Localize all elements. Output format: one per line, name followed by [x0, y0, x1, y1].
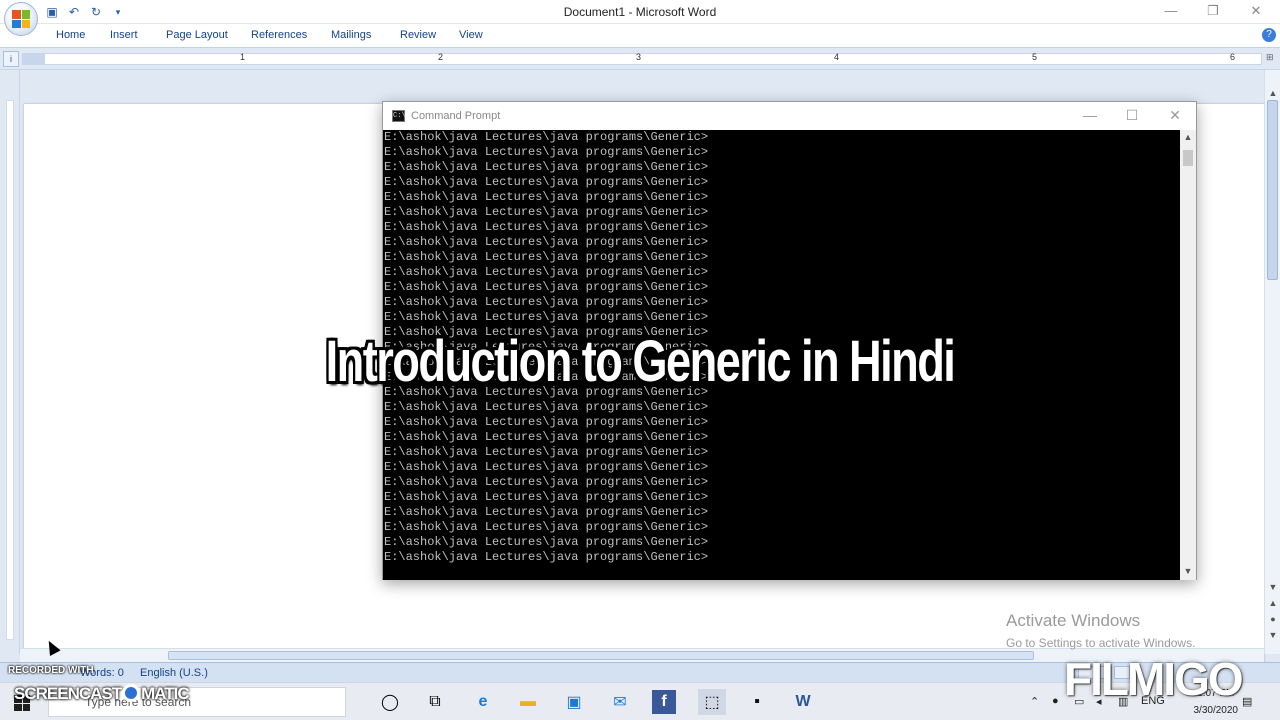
console-line: E:\ashok\java Lectures\java programs\Gen…: [384, 475, 709, 489]
console-line: E:\ashok\java Lectures\java programs\Gen…: [384, 175, 709, 189]
cmd-title: Command Prompt: [411, 110, 501, 122]
ruler-number: 4: [834, 52, 840, 62]
file-explorer-icon[interactable]: ▬: [514, 689, 542, 715]
window-title: Document1 - Microsoft Word: [563, 5, 717, 19]
screencast-logo-icon: [122, 684, 141, 702]
cmd-scrollbar[interactable]: ▲ ▼: [1180, 130, 1196, 580]
edge-browser-icon[interactable]: e: [469, 689, 497, 715]
activate-windows-title: Activate Windows: [1006, 611, 1141, 630]
screen: ▣ ↶ ↻ ▾ Document1 - Microsoft Word — ❐ ✕…: [0, 0, 1280, 720]
horizontal-scrollbar-thumb[interactable]: [168, 651, 1034, 660]
cmd-app-icon: C:\: [392, 110, 406, 122]
tab-insert[interactable]: Insert: [110, 29, 138, 41]
console-line: E:\ashok\java Lectures\java programs\Gen…: [384, 190, 709, 204]
office-button[interactable]: [4, 2, 38, 36]
console-line: E:\ashok\java Lectures\java programs\Gen…: [384, 550, 709, 564]
minimize-button[interactable]: —: [1156, 3, 1186, 18]
console-line: E:\ashok\java Lectures\java programs\Gen…: [384, 130, 709, 144]
facebook-icon[interactable]: f: [652, 690, 676, 714]
recorded-with-label: RECORDED WITH: [8, 665, 94, 676]
console-line: E:\ashok\java Lectures\java programs\Gen…: [384, 295, 709, 309]
mail-icon[interactable]: ✉: [606, 689, 634, 715]
word-title-bar: ▣ ↶ ↻ ▾ Document1 - Microsoft Word — ❐ ✕: [0, 0, 1280, 36]
word-app-icon[interactable]: W: [789, 689, 817, 715]
console-line: E:\ashok\java Lectures\java programs\Gen…: [384, 280, 709, 294]
cmd-scrollbar-thumb[interactable]: [1183, 150, 1193, 166]
ruler-number: 5: [1032, 52, 1038, 62]
horizontal-ruler-row: i 1 2 3 4 5 6 ⊞: [0, 48, 1280, 70]
ruler-left-margin: [23, 54, 45, 64]
next-page-icon[interactable]: ▼: [1267, 630, 1279, 640]
microphone-icon[interactable]: ●: [1052, 695, 1059, 707]
console-line: E:\ashok\java Lectures\java programs\Gen…: [384, 445, 709, 459]
filmigo-watermark: FILMIGO: [1064, 653, 1244, 705]
console-line: E:\ashok\java Lectures\java programs\Gen…: [384, 265, 709, 279]
ruler-number: 1: [240, 52, 246, 62]
horizontal-ruler[interactable]: 1 2 3 4 5 6: [22, 52, 1262, 65]
vertical-ruler-strip: [6, 100, 14, 640]
vertical-ruler: [0, 70, 20, 654]
console-line: E:\ashok\java Lectures\java programs\Gen…: [384, 250, 709, 264]
store-icon[interactable]: ▣: [560, 689, 588, 715]
console-line: E:\ashok\java Lectures\java programs\Gen…: [384, 310, 709, 324]
console-line: E:\ashok\java Lectures\java programs\Gen…: [384, 460, 709, 474]
ruler-number: 6: [1230, 52, 1236, 62]
cmd-minimize-button[interactable]: —: [1075, 107, 1105, 123]
scroll-up-icon[interactable]: ▲: [1267, 88, 1279, 98]
office-logo-icon: [12, 10, 30, 28]
console-line: E:\ashok\java Lectures\java programs\Gen…: [384, 505, 709, 519]
tab-references[interactable]: References: [251, 29, 307, 41]
console-line: E:\ashok\java Lectures\java programs\Gen…: [384, 220, 709, 234]
ribbon-tabs: Home Insert Page Layout References Maili…: [0, 24, 1280, 48]
console-line: E:\ashok\java Lectures\java programs\Gen…: [384, 535, 709, 549]
language-status[interactable]: English (U.S.): [140, 667, 208, 679]
cmd-close-button[interactable]: ✕: [1160, 107, 1190, 124]
previous-page-icon[interactable]: ▲: [1267, 598, 1279, 608]
view-ruler-icon[interactable]: ⊞: [1266, 52, 1278, 66]
close-button[interactable]: ✕: [1241, 3, 1271, 19]
activate-windows-watermark: Activate Windows Go to Settings to activ…: [1006, 611, 1195, 650]
tab-home[interactable]: Home: [56, 29, 85, 41]
task-view-icon[interactable]: ⧉: [421, 689, 449, 715]
console-line: E:\ashok\java Lectures\java programs\Gen…: [384, 430, 709, 444]
help-icon[interactable]: ?: [1262, 28, 1276, 42]
scrollbar-thumb[interactable]: [1267, 100, 1278, 280]
command-prompt-icon[interactable]: ▪: [743, 689, 771, 715]
cortana-icon[interactable]: ◯: [376, 689, 404, 715]
console-line: E:\ashok\java Lectures\java programs\Gen…: [384, 160, 709, 174]
console-line: E:\ashok\java Lectures\java programs\Gen…: [384, 400, 709, 414]
cmd-maximize-button[interactable]: ☐: [1117, 107, 1147, 124]
console-line: E:\ashok\java Lectures\java programs\Gen…: [384, 415, 709, 429]
cmd-scroll-up-icon[interactable]: ▲: [1180, 132, 1196, 142]
cmd-title-bar[interactable]: C:\ Command Prompt — ☐ ✕: [383, 102, 1196, 130]
console-line: E:\ashok\java Lectures\java programs\Gen…: [384, 205, 709, 219]
scroll-down-icon[interactable]: ▼: [1267, 582, 1279, 592]
screencast-watermark: SCREENCAST MATIC: [14, 684, 190, 704]
activate-windows-subtitle: Go to Settings to activate Windows.: [1006, 636, 1196, 650]
vertical-scrollbar[interactable]: ▲ ▼ ▲ ● ▼: [1264, 70, 1280, 654]
ruler-toggle-icon[interactable]: i: [3, 51, 19, 67]
notifications-icon[interactable]: ▤: [1242, 695, 1252, 708]
ruler-number: 2: [438, 52, 444, 62]
console-line: E:\ashok\java Lectures\java programs\Gen…: [384, 520, 709, 534]
tab-view[interactable]: View: [459, 29, 483, 41]
cmd-scroll-down-icon[interactable]: ▼: [1180, 566, 1196, 576]
show-hidden-icons-icon[interactable]: ⌃: [1030, 695, 1039, 708]
browse-object-icon[interactable]: ●: [1267, 614, 1279, 624]
tab-review[interactable]: Review: [400, 29, 436, 41]
screencast-brand-left: SCREENCAST: [14, 684, 122, 703]
console-line: E:\ashok\java Lectures\java programs\Gen…: [384, 145, 709, 159]
console-line: E:\ashok\java Lectures\java programs\Gen…: [384, 235, 709, 249]
ruler-number: 3: [636, 52, 642, 62]
tab-mailings[interactable]: Mailings: [331, 29, 371, 41]
console-line: E:\ashok\java Lectures\java programs\Gen…: [384, 490, 709, 504]
video-title-overlay: Introduction to Generic in Hindi: [325, 329, 956, 394]
restore-button[interactable]: ❐: [1198, 3, 1228, 19]
screencast-brand-right: MATIC: [141, 684, 190, 703]
tab-page-layout[interactable]: Page Layout: [166, 29, 228, 41]
snipping-tool-icon[interactable]: ⬚: [698, 689, 726, 715]
